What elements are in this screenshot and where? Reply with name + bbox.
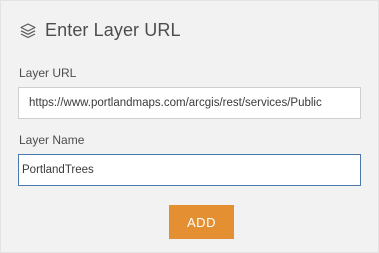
layer-url-input[interactable]	[18, 87, 361, 119]
layers-icon	[19, 22, 37, 40]
add-layer-panel: Enter Layer URL Layer URL Layer Name ADD	[0, 0, 379, 253]
panel-header: Enter Layer URL	[19, 20, 181, 41]
panel-title: Enter Layer URL	[45, 20, 181, 40]
add-button[interactable]: ADD	[169, 205, 234, 239]
layer-url-label: Layer URL	[19, 66, 77, 80]
layer-name-input[interactable]	[18, 154, 361, 186]
layer-name-label: Layer Name	[19, 133, 85, 147]
